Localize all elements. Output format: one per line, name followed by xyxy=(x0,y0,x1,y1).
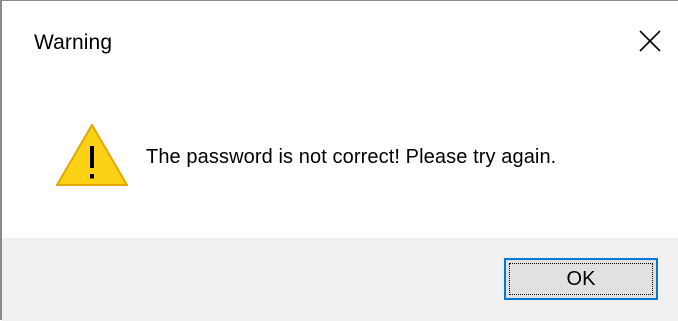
close-icon xyxy=(639,30,661,52)
button-bar: OK xyxy=(2,238,678,321)
dialog-title: Warning xyxy=(34,31,113,54)
ok-button[interactable]: OK xyxy=(504,258,658,300)
warning-dialog: Warning The password is not correct! Ple… xyxy=(0,0,678,321)
dialog-body: The password is not correct! Please try … xyxy=(2,89,678,238)
warning-triangle-icon xyxy=(56,124,128,186)
title-bar: Warning xyxy=(2,1,678,89)
warning-message: The password is not correct! Please try … xyxy=(146,146,557,168)
ok-button-label: OK xyxy=(566,267,596,290)
close-button[interactable] xyxy=(622,15,678,67)
